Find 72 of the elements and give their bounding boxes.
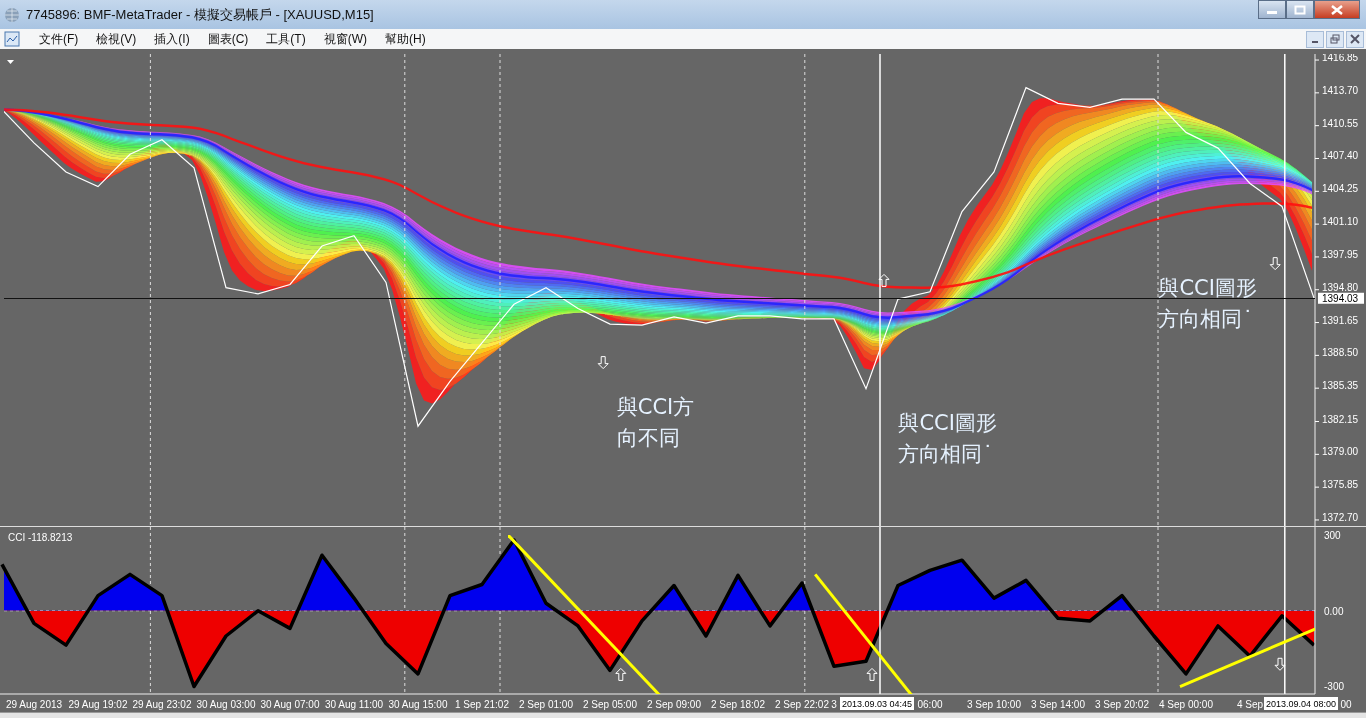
annotation-text: 與CCI圖形 方向相同˙	[898, 411, 997, 467]
price-axis-label: 1391.65	[1322, 314, 1359, 326]
cci-axis-label: 300	[1324, 530, 1341, 542]
cci-axis-label: 0.00	[1324, 605, 1344, 617]
price-axis-label: 1372.70	[1322, 512, 1359, 524]
menu-item[interactable]: 視窗(W)	[314, 30, 376, 48]
menu-item[interactable]: 工具(T)	[257, 30, 315, 48]
minimize-icon	[1312, 41, 1318, 44]
crosshair-time-label: 2013.09.04 08:00	[1264, 697, 1338, 711]
indicator-label: CCI -118.8213	[8, 532, 73, 544]
time-axis-label: 2 Sep 05:00	[583, 699, 637, 711]
crosshair-time-label: 2013.09.03 04:45	[840, 697, 914, 711]
chart-menu-icon[interactable]	[7, 60, 14, 65]
window-title: 7745896: BMF-MetaTrader - 模擬交易帳戶 - [XAUUSD,M15]	[26, 5, 374, 24]
menu-item[interactable]: 文件(F)	[30, 30, 88, 48]
price-axis-label: 1416.85	[1322, 54, 1359, 64]
price-axis-label: 1413.70	[1322, 84, 1359, 96]
price-axis-label: 1410.55	[1322, 117, 1359, 129]
time-axis-label: 29 Aug 23:02	[132, 699, 192, 711]
close-icon	[1350, 34, 1360, 45]
current-price-label: 1394.03	[1318, 292, 1364, 304]
maximize-button[interactable]	[1286, 0, 1314, 19]
close-button[interactable]	[1314, 0, 1360, 19]
time-axis-label: 30 Aug 11:00	[324, 699, 384, 711]
time-axis-label: 2 Sep 18:02	[711, 699, 765, 711]
time-axis-label: 00	[1340, 699, 1352, 711]
time-axis-label: 3	[831, 699, 837, 711]
time-axis-label: 4 Sep 00:00	[1159, 699, 1213, 711]
price-axis-label: 1404.25	[1322, 183, 1359, 195]
menu-item[interactable]: 幫助(H)	[376, 30, 435, 48]
menu-item[interactable]: 檢視(V)	[87, 30, 146, 48]
chart-window-icon[interactable]	[4, 31, 20, 48]
minimize-button[interactable]	[1258, 0, 1286, 19]
restore-icon	[1330, 34, 1340, 45]
close-button[interactable]	[1346, 30, 1364, 48]
price-axis-label: 1388.50	[1322, 347, 1359, 359]
time-axis-label: 1 Sep 21:02	[455, 699, 509, 711]
time-axis-label: 3 Sep 20:02	[1095, 699, 1149, 711]
price-axis-label: 1382.15	[1322, 413, 1359, 425]
price-axis-label: 1379.00	[1322, 446, 1359, 458]
close-icon	[1330, 4, 1344, 15]
price-axis-label: 1407.40	[1322, 150, 1359, 162]
arrow-down-icon	[597, 356, 609, 370]
restore-button[interactable]	[1326, 30, 1344, 48]
price-axis-label: 1375.85	[1322, 479, 1359, 491]
globe-icon	[4, 6, 20, 23]
cci-axis-label: -300	[1324, 681, 1344, 693]
price-axis-label: 1397.95	[1322, 249, 1359, 260]
time-axis-label: 29 Aug 2013	[5, 699, 63, 711]
time-axis-label: 2 Sep 22:02	[775, 699, 829, 711]
time-axis-label: 30 Aug 15:00	[388, 699, 448, 711]
price-axis-label: 1401.10	[1322, 216, 1359, 228]
maximize-icon	[1294, 4, 1306, 15]
time-axis-label: 3 Sep 10:00	[967, 699, 1021, 711]
menu-item[interactable]: 插入(I)	[145, 30, 199, 48]
time-axis-label: 2 Sep 09:00	[647, 699, 701, 711]
time-axis-label: 2 Sep 01:00	[519, 699, 573, 711]
price-axis-label: 1385.35	[1322, 380, 1359, 392]
time-axis-label: 30 Aug 07:00	[260, 699, 320, 711]
time-axis-label: 29 Aug 19:02	[68, 699, 128, 711]
time-axis-label: 06:00	[917, 699, 943, 711]
menu-item[interactable]: 圖表(C)	[198, 30, 258, 48]
minimize-button[interactable]	[1306, 30, 1324, 48]
time-axis-label: 3 Sep 14:00	[1031, 699, 1085, 711]
price-axis-label: 1394.80	[1322, 281, 1359, 293]
minimize-icon	[1267, 11, 1277, 14]
time-axis-label: 4 Sep	[1236, 699, 1264, 711]
time-axis-label: 30 Aug 03:00	[196, 699, 256, 711]
annotation-text: 與CCI圖形 方向相同˙	[1158, 276, 1257, 332]
annotation-text: 與CCI方 向不同	[616, 394, 695, 450]
arrow-up-icon	[615, 668, 627, 681]
arrow-down-icon	[1269, 257, 1281, 271]
